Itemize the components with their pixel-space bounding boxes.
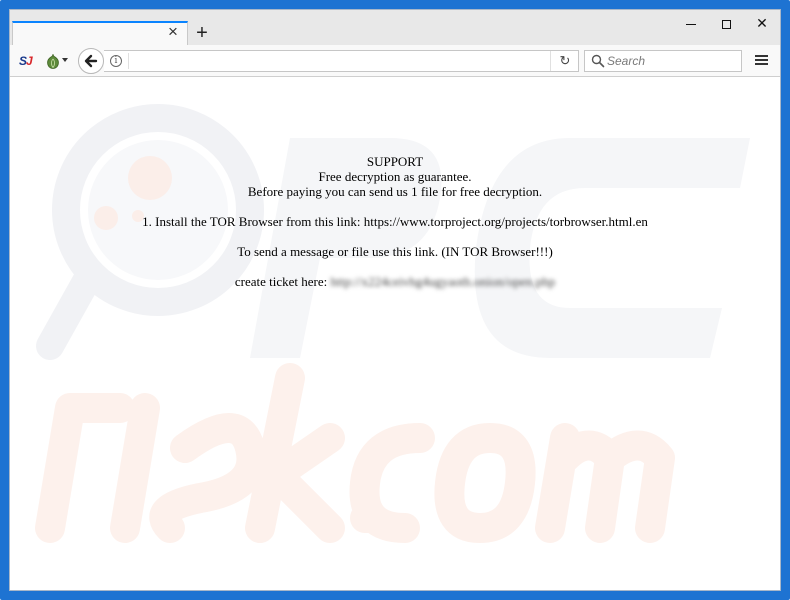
- active-tab[interactable]: ×: [12, 21, 188, 45]
- before-paying-line: Before paying you can send us 1 file for…: [247, 184, 543, 199]
- onion-icon: [47, 53, 59, 69]
- url-input[interactable]: [128, 53, 528, 69]
- tab-close-icon[interactable]: ×: [165, 23, 181, 40]
- ticket-link[interactable]: http://x224ceivhg4ugyaoth.onion/open.php: [331, 274, 556, 289]
- navigation-toolbar: SJ i ↻: [10, 45, 780, 77]
- ticket-line: create ticket here: http://x224ceivhg4ug…: [10, 274, 780, 289]
- back-arrow-icon: [84, 54, 98, 68]
- browser-window: × + ✕ SJ i ↻ Search SUPPORT Free decrypt…: [0, 0, 790, 600]
- minimize-button[interactable]: [681, 13, 701, 33]
- search-icon: [591, 54, 605, 68]
- minimize-icon: [686, 23, 696, 25]
- watermark-risk-text: [35, 363, 675, 543]
- guarantee-line: Free decryption as guarantee.: [318, 169, 472, 184]
- maximize-button[interactable]: [716, 13, 736, 33]
- info-icon[interactable]: i: [110, 55, 122, 67]
- tor-onion-button[interactable]: [46, 53, 72, 69]
- send-message-line: To send a message or file use this link.…: [237, 244, 553, 259]
- tab-strip: × + ✕: [10, 10, 780, 45]
- back-button[interactable]: [78, 48, 104, 74]
- ransom-message: SUPPORT Free decryption as guarantee. Be…: [10, 154, 780, 289]
- support-heading: SUPPORT: [366, 154, 424, 169]
- maximize-icon: [721, 19, 731, 29]
- page-content: SUPPORT Free decryption as guarantee. Be…: [10, 78, 780, 590]
- search-bar[interactable]: [584, 50, 742, 72]
- close-window-button[interactable]: ✕: [752, 13, 772, 33]
- chevron-down-icon: [62, 58, 68, 62]
- sj-extension-icon[interactable]: SJ: [19, 53, 35, 69]
- browser-frame: × + ✕ SJ i ↻ Search SUPPORT Free decrypt…: [9, 9, 781, 591]
- hamburger-menu-button[interactable]: [754, 53, 770, 69]
- hamburger-menu-icon: [754, 55, 770, 65]
- search-input[interactable]: [607, 53, 737, 69]
- reload-icon: ↻: [559, 53, 571, 68]
- ticket-label: create ticket here:: [234, 274, 328, 289]
- install-tor-line: 1. Install the TOR Browser from this lin…: [142, 214, 648, 229]
- new-tab-button[interactable]: +: [192, 23, 212, 43]
- address-bar[interactable]: i ↻: [104, 50, 579, 72]
- reload-button[interactable]: ↻: [550, 51, 578, 71]
